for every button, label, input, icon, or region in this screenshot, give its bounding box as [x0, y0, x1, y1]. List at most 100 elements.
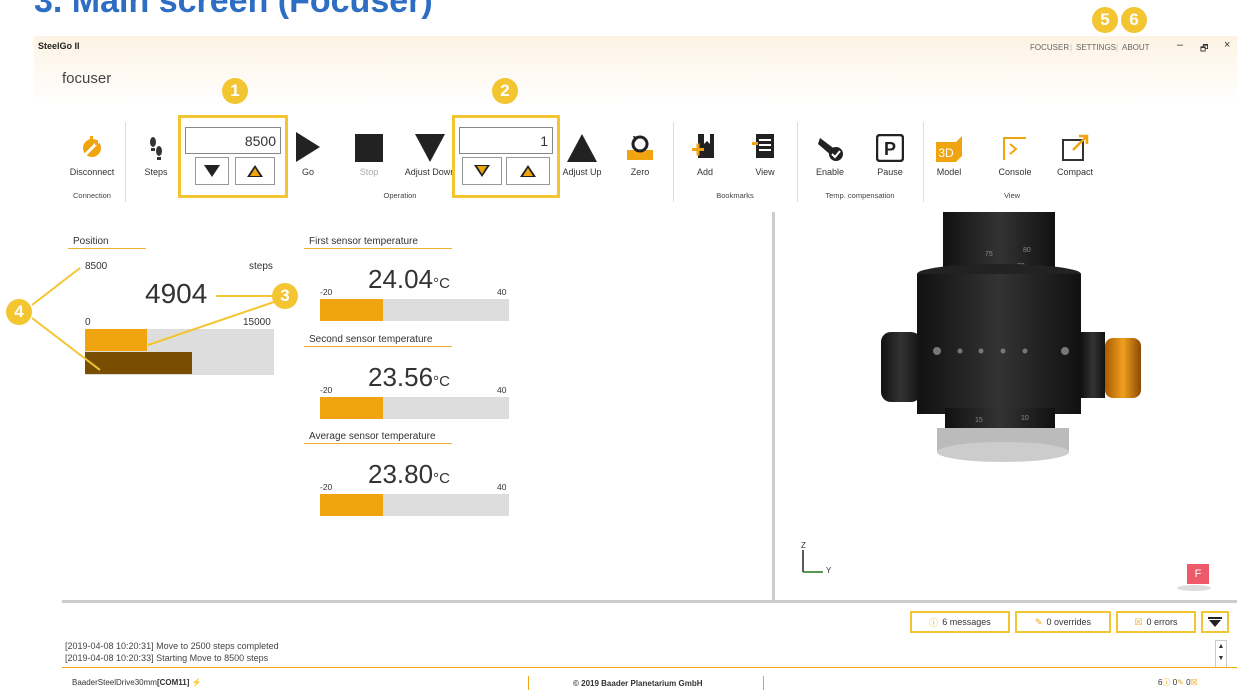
group-view: View — [1003, 191, 1021, 200]
sensor-label: Second sensor temperature — [309, 334, 433, 345]
3d-model-icon: 3D — [920, 132, 978, 162]
com-port: [COM11] — [156, 678, 190, 687]
adjust-down-label: Adjust Down — [404, 167, 456, 177]
view-label: View — [755, 167, 775, 177]
view-cube-front-face[interactable]: F — [1187, 564, 1209, 584]
scale-text: 75 — [985, 251, 993, 258]
adjust-input[interactable]: 1 — [459, 127, 553, 154]
external-window-icon — [1046, 132, 1104, 162]
messages-button[interactable]: ⓘ 6 messages — [910, 611, 1010, 633]
zero-label: Zero — [630, 167, 650, 177]
temp-enable-button[interactable]: Enable — [800, 132, 860, 177]
overrides-label: 0 overrides — [1046, 617, 1092, 627]
device-name: BaaderSteelDrive30mm — [72, 678, 157, 687]
messages-label: 6 messages — [942, 617, 991, 627]
info-icon: ⓘ — [929, 617, 939, 628]
triangle-down-icon — [400, 132, 460, 162]
scale-text: 10 — [1021, 415, 1029, 422]
temp-pause-button[interactable]: P Pause — [860, 132, 920, 177]
minimize-button[interactable]: – — [1177, 39, 1183, 51]
log-line: [2019-04-08 10:20:33] Starting Move to 8… — [65, 653, 269, 663]
pencil-icon: ✎ — [1177, 678, 1184, 687]
adjust-down-button[interactable]: Adjust Down — [400, 132, 460, 177]
adjust-increase-button[interactable] — [506, 157, 550, 185]
nav-settings[interactable]: SETTINGS — [1076, 43, 1116, 52]
nav-focuser[interactable]: FOCUSER — [1030, 43, 1069, 52]
axis-z-label: Z — [801, 541, 806, 550]
sensor-value: 23.56°C — [368, 362, 450, 393]
sensor-min: -20 — [320, 287, 333, 297]
errors-button[interactable]: ☒ 0 errors — [1116, 611, 1196, 633]
info-icon: ⓘ — [1162, 678, 1171, 687]
bookmark-list-icon — [736, 132, 794, 162]
errors-label: 0 errors — [1146, 617, 1178, 627]
scale-text: 80 — [1023, 247, 1031, 254]
error-box-icon: ☒ — [1190, 678, 1198, 687]
sensor-unit: °C — [433, 373, 450, 390]
callout-badge: 6 — [1121, 7, 1147, 33]
svg-text:3D: 3D — [938, 146, 954, 160]
adjust-up-label: Adjust Up — [562, 167, 602, 177]
scale-text: 15 — [975, 417, 983, 424]
callout-badge: 5 — [1092, 7, 1118, 33]
restore-button[interactable]: 🗗 — [1200, 41, 1208, 57]
bookmark-view-button[interactable]: View — [736, 132, 794, 177]
stop-icon — [340, 132, 398, 162]
bookmark-add-icon — [676, 132, 734, 162]
group-temp-compensation: Temp. compensation — [825, 191, 895, 200]
zero-button[interactable]: Zero — [612, 132, 668, 177]
console-view-button[interactable]: Console — [986, 132, 1044, 177]
sensor-value: 23.80°C — [368, 459, 450, 490]
compact-label: Compact — [1056, 167, 1093, 177]
sensor-value-number: 24.04 — [368, 264, 434, 294]
sensor-min: -20 — [320, 482, 333, 492]
pencil-icon: ✎ — [1034, 616, 1043, 627]
pause-p-icon: P — [860, 132, 920, 162]
svg-text:P: P — [884, 139, 896, 159]
console-icon — [986, 132, 1044, 162]
sensor-max: 40 — [497, 287, 507, 297]
close-button[interactable]: × — [1224, 39, 1230, 51]
sensor-max: 40 — [497, 482, 507, 492]
error-box-icon: ☒ — [1134, 616, 1143, 627]
copyright: © 2019 Baader Planetarium GmbH — [573, 679, 703, 688]
adjust-decrease-button[interactable] — [462, 157, 502, 185]
stop-button[interactable]: Stop — [340, 132, 398, 177]
compact-view-button[interactable]: Compact — [1046, 132, 1104, 177]
sensor-bar-fill — [320, 397, 384, 419]
console-label: Console — [998, 167, 1032, 177]
sensor-label: Average sensor temperature — [309, 431, 436, 442]
callout-leader-lines — [31, 267, 275, 371]
pause-label: Pause — [877, 167, 903, 177]
overrides-button[interactable]: ✎ 0 overrides — [1015, 611, 1111, 633]
enable-label: Enable — [815, 167, 845, 177]
bookmark-add-button[interactable]: Add — [676, 132, 734, 177]
sensor-value-number: 23.80 — [368, 459, 434, 489]
axis-y-label: Y — [826, 566, 832, 575]
sensor-unit: °C — [433, 275, 450, 292]
triangle-up-icon — [552, 132, 612, 162]
sensor-max: 40 — [497, 385, 507, 395]
model-label: Model — [936, 167, 962, 177]
model-view-button[interactable]: 3D Model — [920, 132, 978, 177]
sensor-unit: °C — [433, 470, 450, 487]
sensor-value-number: 23.56 — [368, 362, 434, 392]
toggle-console-button[interactable] — [1201, 611, 1229, 633]
adjust-up-button[interactable]: Adjust Up — [552, 132, 612, 177]
stop-label: Stop — [359, 167, 379, 177]
group-bookmarks: Bookmarks — [716, 191, 754, 200]
sensor-min: -20 — [320, 385, 333, 395]
plug-check-icon — [800, 132, 860, 162]
sensor-value: 24.04°C — [368, 264, 450, 295]
add-label: Add — [696, 167, 713, 177]
group-operation: Operation — [383, 191, 417, 200]
log-scrollbar[interactable]: ▲ ▼ — [1215, 640, 1227, 668]
triangle-up-icon — [520, 165, 536, 177]
sensor-label: First sensor temperature — [309, 236, 418, 247]
device-status: BaaderSteelDrive30mm[COM11] ⚡ — [72, 678, 202, 687]
nav-about[interactable]: ABOUT — [1122, 43, 1150, 52]
caret-down-icon — [1208, 617, 1222, 627]
sensor-bar-fill — [320, 299, 384, 321]
sensor-bar-fill — [320, 494, 384, 516]
reset-icon — [612, 132, 668, 162]
